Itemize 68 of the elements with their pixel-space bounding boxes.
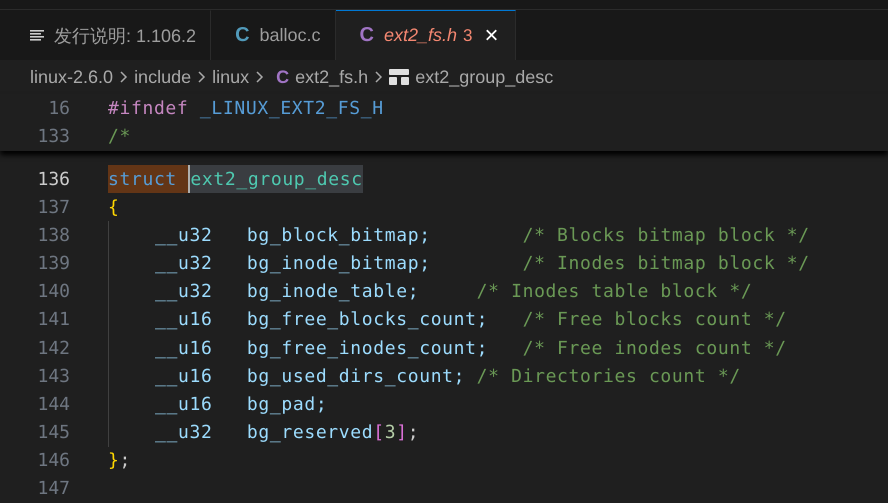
line-number: 137 — [36, 196, 71, 218]
structure-icon — [389, 69, 410, 86]
code-token: __u32 — [155, 280, 212, 304]
code-comment: /* Inodes bitmap block */ — [522, 252, 810, 276]
code-token: ; — [120, 449, 131, 474]
code-token: bg_inode_table; — [246, 280, 420, 304]
file-type-icon: C — [235, 24, 250, 48]
line-number: 141 — [36, 309, 71, 330]
line-number: 142 — [36, 338, 71, 359]
code-token: __u32 — [155, 252, 212, 276]
code-token: __u32 — [155, 224, 212, 248]
code-token: bg_reserved — [246, 421, 374, 446]
code-comment: /* Free inodes count */ — [522, 336, 787, 361]
code-comment: /* — [108, 125, 131, 150]
code-token: #ifndef — [108, 96, 188, 121]
code-token: [ — [373, 421, 385, 446]
code-token: ] — [396, 421, 408, 446]
code-token: __u32 — [155, 421, 212, 446]
problem-count: 3 — [463, 26, 473, 46]
code-token: } — [108, 449, 120, 474]
close-button[interactable]: × — [482, 24, 501, 48]
chevron-icon — [255, 70, 264, 84]
line-number: 144 — [36, 394, 71, 415]
code-comment: /* Inodes table block */ — [476, 280, 752, 304]
file-type-icon: C — [360, 24, 374, 48]
line-number: 136 — [36, 168, 71, 190]
breadcrumb-item[interactable]: ext2_fs.h — [295, 66, 368, 88]
line-number: 133 — [36, 126, 71, 148]
chevron-icon — [197, 70, 206, 84]
line-number: 146 — [36, 450, 71, 472]
code-token: struct — [108, 164, 188, 194]
tab-label: ext2_fs.h — [384, 25, 458, 46]
code-token: bg_inode_bitmap; — [246, 252, 431, 276]
tab-label: 发行说明: 1.106.2 — [54, 24, 196, 48]
chevron-icon — [119, 70, 128, 84]
code-token: bg_free_blocks_count; — [246, 308, 488, 332]
code-token: bg_free_inodes_count; — [246, 336, 488, 361]
code-token: __u16 — [155, 336, 212, 361]
line-number: 145 — [36, 422, 71, 444]
code-token: 3 — [384, 421, 396, 446]
breadcrumb-item[interactable]: linux — [212, 66, 250, 88]
code-token: ext2_group_desc — [188, 164, 363, 194]
breadcrumb-item[interactable]: linux-2.6.0 — [30, 66, 114, 88]
tab-label: balloc.c — [260, 25, 321, 46]
breadcrumb-item[interactable]: include — [134, 66, 192, 88]
code-token: ; — [408, 421, 420, 446]
code-token: { — [108, 196, 120, 220]
code-token: bg_used_dirs_count; — [246, 364, 466, 389]
code-token: _LINUX_EXT2_FS_H — [198, 96, 384, 121]
line-number: 143 — [36, 366, 71, 387]
line-number: 138 — [36, 224, 71, 246]
line-number: 140 — [36, 281, 71, 302]
line-number: 147 — [36, 478, 71, 500]
code-token: __u16 — [155, 308, 212, 332]
code-comment: /* Free blocks count */ — [522, 308, 787, 332]
code-token: __u16 — [155, 364, 212, 389]
chevron-icon — [374, 70, 384, 84]
breadcrumb-item[interactable]: ext2_group_desc — [415, 66, 554, 88]
line-number: 16 — [47, 98, 71, 119]
line-number: 139 — [36, 253, 71, 274]
editor-tab[interactable]: C ext2_fs.h 3 × — [336, 10, 516, 60]
code-comment: /* Blocks bitmap block */ — [522, 224, 810, 248]
file-type-icon: C — [276, 66, 290, 88]
preview-icon — [30, 30, 44, 42]
code-token: __u16 — [155, 392, 212, 417]
code-token: bg_block_bitmap; — [246, 224, 431, 248]
code-token: bg_pad; — [246, 392, 328, 417]
code-comment: /* Directories count */ — [476, 364, 741, 389]
